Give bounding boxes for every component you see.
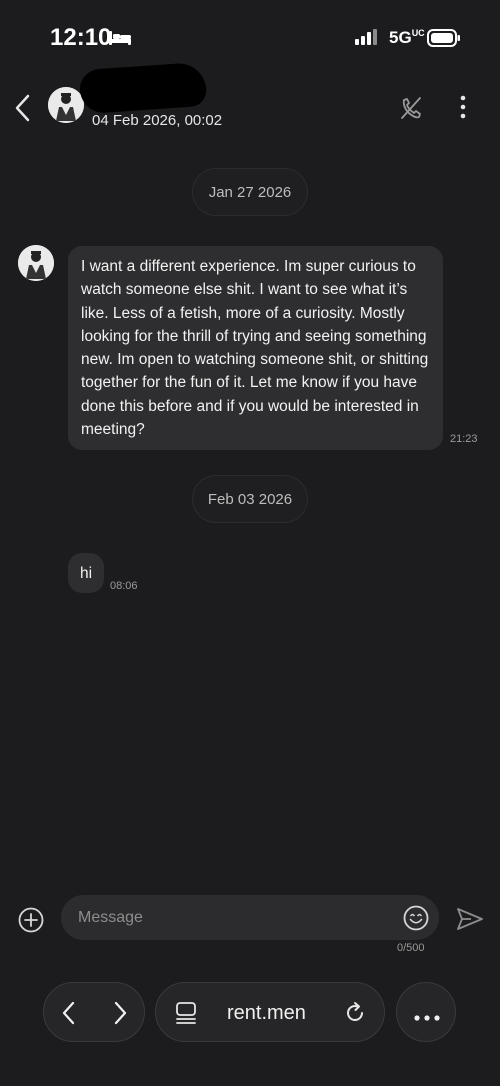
message-composer: 0/500	[0, 890, 500, 970]
message-bubble[interactable]: I want a different experience. Im super …	[68, 246, 443, 451]
more-options-icon[interactable]	[452, 94, 474, 122]
battery-icon	[427, 29, 461, 52]
call-off-icon[interactable]	[398, 94, 424, 127]
bed-icon	[108, 29, 132, 52]
browser-forward-icon[interactable]	[111, 1000, 129, 1031]
network-label: 5GUC	[389, 28, 425, 47]
plus-circle-icon[interactable]	[17, 906, 45, 939]
address-bar[interactable]: rent.men	[155, 982, 385, 1042]
redacted-contact-name	[78, 61, 208, 115]
chat-header: 04 Feb 2026, 00:02	[0, 61, 500, 150]
message-input[interactable]	[61, 895, 439, 940]
send-icon[interactable]	[455, 906, 485, 937]
date-separator: Jan 27 2026	[192, 168, 308, 216]
message-bubble[interactable]: hi	[68, 553, 104, 593]
date-separator: Feb 03 2026	[192, 475, 308, 523]
status-time: 12:10	[50, 24, 112, 51]
browser-menu-button[interactable]	[396, 982, 456, 1042]
contact-avatar[interactable]	[48, 87, 84, 123]
page-icon[interactable]	[175, 1001, 197, 1030]
sender-avatar[interactable]	[18, 245, 54, 281]
browser-back-icon[interactable]	[60, 1000, 78, 1031]
signal-bars-icon	[355, 29, 379, 50]
browser-toolbar: rent.men	[0, 982, 500, 1044]
smiley-icon[interactable]	[402, 904, 430, 937]
horizontal-dots-icon	[413, 1009, 441, 1027]
character-counter: 0/500	[397, 942, 425, 954]
message-time: 08:06	[110, 580, 138, 592]
status-bar: 12:10 5GUC	[0, 0, 500, 70]
reload-icon[interactable]	[343, 1001, 367, 1030]
url-text[interactable]: rent.men	[227, 1002, 306, 1025]
navigation-pill	[43, 982, 145, 1042]
message-time: 21:23	[450, 433, 478, 445]
back-icon[interactable]	[12, 93, 36, 123]
header-subtitle: 04 Feb 2026, 00:02	[92, 112, 223, 129]
